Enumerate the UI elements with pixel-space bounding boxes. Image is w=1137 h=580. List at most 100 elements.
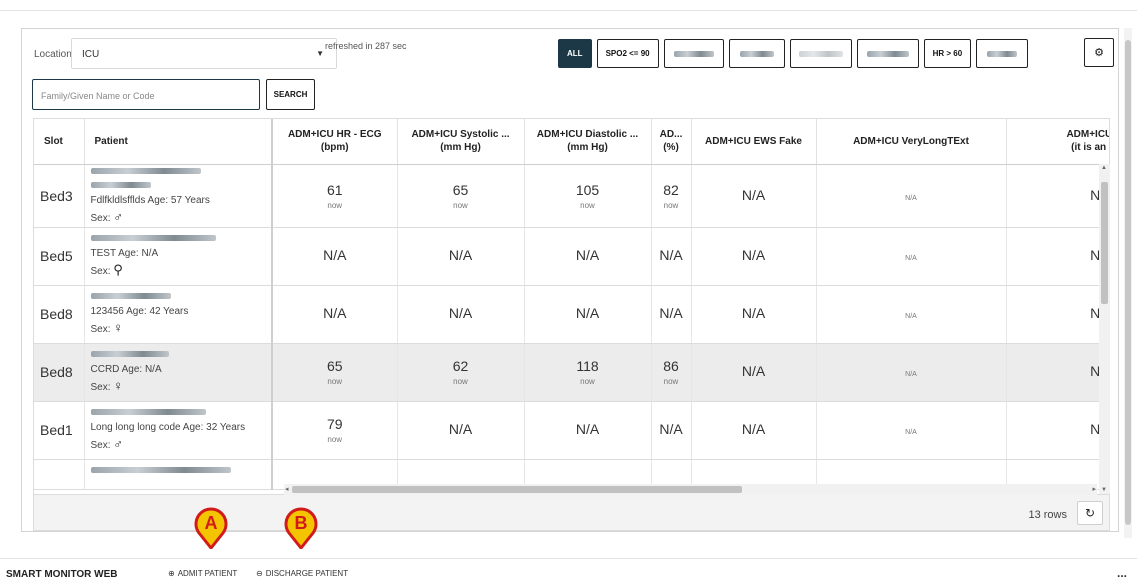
table-row[interactable]: Bed8 CCRD Age: N/A Sex: ♀ 65 now 62 now 11… [34, 343, 1109, 402]
systolic-cell: N/A [397, 227, 525, 286]
hr-value: N/A [323, 247, 347, 264]
column-header-spo2[interactable]: AD... (%) [651, 119, 692, 165]
page-scroll-thumb[interactable] [1125, 40, 1131, 525]
filter-spo2-button[interactable]: SPO2 <= 90 [596, 39, 659, 68]
diastolic-value: N/A [575, 421, 600, 438]
scroll-right-icon[interactable]: ▸ [1092, 485, 1096, 493]
refresh-button[interactable]: ↻ [1077, 501, 1103, 525]
filter-blurred-button-3[interactable] [789, 39, 852, 68]
spo2-value: 86 [663, 358, 679, 375]
filter-all-button[interactable]: ALL [558, 39, 592, 68]
table-header-row: Slot Patient ADM+ICU HR - ECG (bpm) ADM+… [34, 119, 1109, 165]
table-row[interactable]: Bed3 Fdlfkldlsfflds Age: 57 Years Sex: ♂… [34, 164, 1109, 228]
hr-value: 61 [326, 181, 343, 198]
refresh-icon: ↻ [1084, 506, 1096, 520]
location-label: Location [34, 49, 72, 60]
patient-cell[interactable]: CCRD Age: N/A Sex: ♀ [84, 343, 273, 402]
systolic-value: N/A [448, 305, 473, 322]
admit-patient-button[interactable]: ⊕ ADMIT PATIENT [168, 569, 237, 578]
hr-value: N/A [323, 305, 347, 322]
spo2-value: N/A [659, 421, 683, 438]
ews-cell: N/A [691, 227, 817, 286]
systolic-value: N/A [448, 247, 473, 264]
icon-cell: N/A [1006, 401, 1109, 460]
patient-cell[interactable] [84, 459, 273, 490]
table-vertical-scrollbar[interactable]: ▲ ▼ [1099, 164, 1110, 494]
systolic-cell: N/A [397, 285, 525, 344]
spo2-cell: N/A [651, 227, 692, 286]
hr-value: 79 [326, 416, 343, 433]
column-header-diastolic[interactable]: ADM+ICU Diastolic ... (mm Hg) [524, 119, 652, 165]
page-scrollbar[interactable] [1124, 28, 1132, 538]
column-header-ews[interactable]: ADM+ICU EWS Fake [691, 119, 817, 165]
patient-info: CCRD Age: N/A [90, 363, 162, 375]
verylongtext-value: N/A [905, 194, 917, 202]
patient-cell[interactable]: Long long long code Age: 32 Years Sex: ♂ [84, 401, 273, 460]
verylongtext-cell: N/A [816, 227, 1007, 286]
scroll-up-icon[interactable]: ▲ [1101, 165, 1107, 171]
spo2-value: N/A [659, 247, 683, 264]
table-horizontal-scrollbar[interactable]: ◂ ▸ [284, 484, 1097, 495]
filter-blurred-button-2[interactable] [728, 39, 785, 68]
verylongtext-cell: N/A [816, 164, 1007, 228]
ews-value: N/A [741, 247, 766, 264]
scroll-down-icon[interactable]: ▼ [1101, 487, 1107, 493]
diastolic-time: now [580, 200, 595, 210]
ews-value: N/A [741, 186, 766, 203]
callout-b-marker: B [284, 507, 318, 549]
male-icon: ♂ [113, 436, 124, 452]
hr-value: 65 [326, 358, 343, 375]
table-row[interactable]: Bed8 123456 Age: 42 Years Sex: ♀ N/A N/A… [34, 285, 1109, 344]
hr-cell: N/A [272, 285, 398, 344]
top-divider [0, 10, 1137, 11]
patient-table: Slot Patient ADM+ICU HR - ECG (bpm) ADM+… [33, 118, 1110, 495]
refresh-status: refreshed in 287 sec [325, 41, 407, 51]
sex-label: Sex: [90, 440, 111, 452]
column-header-verylongtext[interactable]: ADM+ICU VeryLongTExt [816, 119, 1007, 165]
filter-hr-button[interactable]: HR > 60 [923, 39, 972, 68]
slot-cell [34, 459, 85, 490]
icon-cell: N/A [1006, 164, 1109, 228]
column-header-hr[interactable]: ADM+ICU HR - ECG (bpm) [272, 119, 398, 165]
patient-info: Fdlfkldlsfflds Age: 57 Years [90, 194, 210, 206]
spo2-cell: N/A [651, 401, 692, 460]
scroll-thumb[interactable] [292, 486, 742, 493]
systolic-time: now [453, 200, 468, 210]
spo2-cell: N/A [651, 285, 692, 344]
table-row[interactable]: Bed1 Long long long code Age: 32 Years S… [34, 401, 1109, 460]
more-options-button[interactable]: ... [1117, 566, 1127, 580]
diastolic-value: N/A [575, 247, 600, 264]
column-header-icon[interactable]: ADM+ICU Ico (it is an icon [1006, 119, 1109, 165]
scroll-thumb[interactable] [1101, 182, 1108, 304]
row-count: 13 rows [1028, 509, 1067, 521]
scroll-left-icon[interactable]: ◂ [285, 485, 289, 493]
admit-icon: ⊕ [168, 569, 175, 578]
verylongtext-cell: N/A [816, 401, 1007, 460]
column-header-patient[interactable]: Patient [84, 119, 273, 165]
search-input[interactable]: Family/Given Name or Code [32, 79, 260, 110]
column-header-slot[interactable]: Slot [34, 119, 85, 165]
diastolic-cell: 118 now [524, 343, 652, 402]
filter-blurred-button-4[interactable] [856, 39, 919, 68]
patient-cell[interactable]: Fdlfkldlsfflds Age: 57 Years Sex: ♂ [84, 164, 273, 228]
verylongtext-value: N/A [905, 371, 917, 379]
sex-label: Sex: [90, 213, 111, 224]
settings-button[interactable]: ⚙ [1084, 38, 1114, 67]
discharge-patient-button[interactable]: ⊖ DISCHARGE PATIENT [256, 569, 348, 578]
search-button[interactable]: SEARCH [266, 79, 315, 110]
sex-label: Sex: [90, 382, 111, 394]
filter-blurred-button-5[interactable] [976, 39, 1029, 68]
column-header-systolic[interactable]: ADM+ICU Systolic ... (mm Hg) [397, 119, 525, 165]
spo2-time: now [663, 200, 679, 210]
filter-blurred-button-1[interactable] [663, 39, 724, 68]
patient-cell[interactable]: 123456 Age: 42 Years Sex: ♀ [84, 285, 273, 344]
hr-time: now [327, 377, 343, 387]
slot-cell: Bed8 [34, 343, 85, 402]
callout-b-label: B [295, 513, 308, 533]
patient-cell[interactable]: TEST Age: N/A Sex: ⚲ [84, 227, 273, 286]
location-select[interactable]: ICU ▼ [71, 38, 337, 69]
gear-icon: ⚙ [1094, 47, 1104, 59]
table-row[interactable]: Bed5 TEST Age: N/A Sex: ⚲ N/A N/A N/A N/… [34, 227, 1109, 286]
spo2-value: N/A [659, 305, 683, 322]
slot-cell: Bed8 [34, 285, 85, 344]
